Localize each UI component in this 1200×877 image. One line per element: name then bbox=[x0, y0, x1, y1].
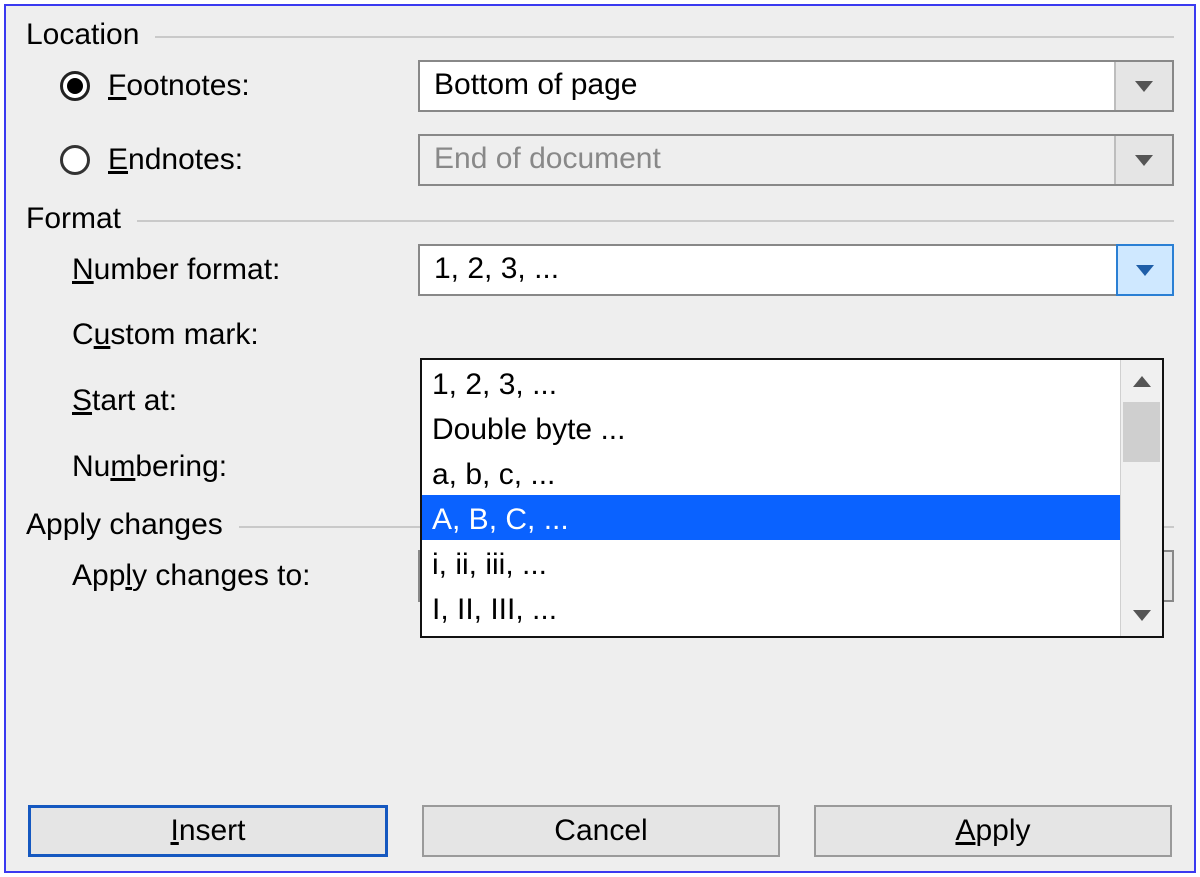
chevron-down-icon bbox=[1135, 155, 1153, 166]
custom-mark-row: Custom mark: bbox=[26, 318, 1174, 352]
insert-button[interactable]: Insert bbox=[28, 805, 388, 857]
footnotes-location-dropdown[interactable]: Bottom of page bbox=[418, 60, 1174, 112]
endnotes-location-dropdown: End of document bbox=[418, 134, 1174, 186]
number-format-dropdown-button[interactable] bbox=[1116, 244, 1174, 296]
number-format-option[interactable]: Double byte ... bbox=[422, 405, 1120, 450]
number-format-option[interactable]: A, B, C, ... bbox=[422, 495, 1120, 540]
cancel-button[interactable]: Cancel bbox=[422, 805, 780, 857]
number-format-option[interactable]: I, II, III, ... bbox=[422, 585, 1120, 630]
apply-changes-to-label: Apply changes to: bbox=[72, 559, 311, 593]
scroll-track[interactable] bbox=[1121, 402, 1162, 594]
number-format-label: Number format: bbox=[72, 253, 280, 287]
chevron-down-icon bbox=[1136, 265, 1154, 276]
format-section-header: Format bbox=[26, 202, 1174, 236]
apply-button-label: Apply bbox=[955, 814, 1030, 848]
number-format-dropdown-list[interactable]: 1, 2, 3, ... Double byte ... a, b, c, ..… bbox=[420, 358, 1164, 638]
scroll-thumb[interactable] bbox=[1123, 402, 1160, 462]
scroll-down-button[interactable] bbox=[1121, 594, 1162, 636]
divider bbox=[137, 220, 1174, 222]
footnotes-label: Footnotes: bbox=[108, 69, 250, 103]
number-format-dropdown[interactable]: 1, 2, 3, ... bbox=[418, 244, 1174, 296]
chevron-up-icon bbox=[1133, 376, 1151, 387]
footnote-endnote-dialog: Location Footnotes: Bottom of page Endno… bbox=[4, 4, 1196, 873]
endnotes-location-dropdown-button bbox=[1114, 136, 1172, 184]
number-format-option[interactable]: a, b, c, ... bbox=[422, 450, 1120, 495]
cancel-button-label: Cancel bbox=[554, 814, 647, 848]
insert-button-label: Insert bbox=[170, 814, 245, 848]
number-format-options: 1, 2, 3, ... Double byte ... a, b, c, ..… bbox=[422, 360, 1120, 636]
chevron-down-icon bbox=[1135, 81, 1153, 92]
number-format-option[interactable]: i, ii, iii, ... bbox=[422, 540, 1120, 585]
start-at-label: Start at: bbox=[72, 384, 177, 418]
number-format-option[interactable]: 1, 2, 3, ... bbox=[422, 360, 1120, 405]
footnotes-location-dropdown-button[interactable] bbox=[1114, 62, 1172, 110]
apply-button[interactable]: Apply bbox=[814, 805, 1172, 857]
footnotes-radio-label[interactable]: Footnotes: bbox=[26, 69, 418, 103]
footnotes-radio[interactable] bbox=[60, 71, 90, 101]
endnotes-row: Endnotes: End of document bbox=[26, 134, 1174, 186]
dropdown-scrollbar[interactable] bbox=[1120, 360, 1162, 636]
location-section-label: Location bbox=[26, 18, 155, 52]
number-format-value: 1, 2, 3, ... bbox=[420, 246, 1116, 294]
number-format-row: Number format: 1, 2, 3, ... bbox=[26, 244, 1174, 296]
custom-mark-label: Custom mark: bbox=[72, 318, 259, 352]
divider bbox=[155, 36, 1174, 38]
dialog-buttons: Insert Cancel Apply bbox=[28, 805, 1172, 857]
endnotes-label: Endnotes: bbox=[108, 143, 243, 177]
location-section-header: Location bbox=[26, 18, 1174, 52]
format-section-label: Format bbox=[26, 202, 137, 236]
endnotes-radio-label[interactable]: Endnotes: bbox=[26, 143, 418, 177]
apply-changes-section-label: Apply changes bbox=[26, 508, 239, 542]
numbering-label: Numbering: bbox=[72, 450, 227, 484]
footnotes-row: Footnotes: Bottom of page bbox=[26, 60, 1174, 112]
scroll-up-button[interactable] bbox=[1121, 360, 1162, 402]
endnotes-radio[interactable] bbox=[60, 145, 90, 175]
footnotes-location-value: Bottom of page bbox=[420, 62, 1114, 110]
chevron-down-icon bbox=[1133, 610, 1151, 621]
endnotes-location-value: End of document bbox=[420, 136, 1114, 184]
